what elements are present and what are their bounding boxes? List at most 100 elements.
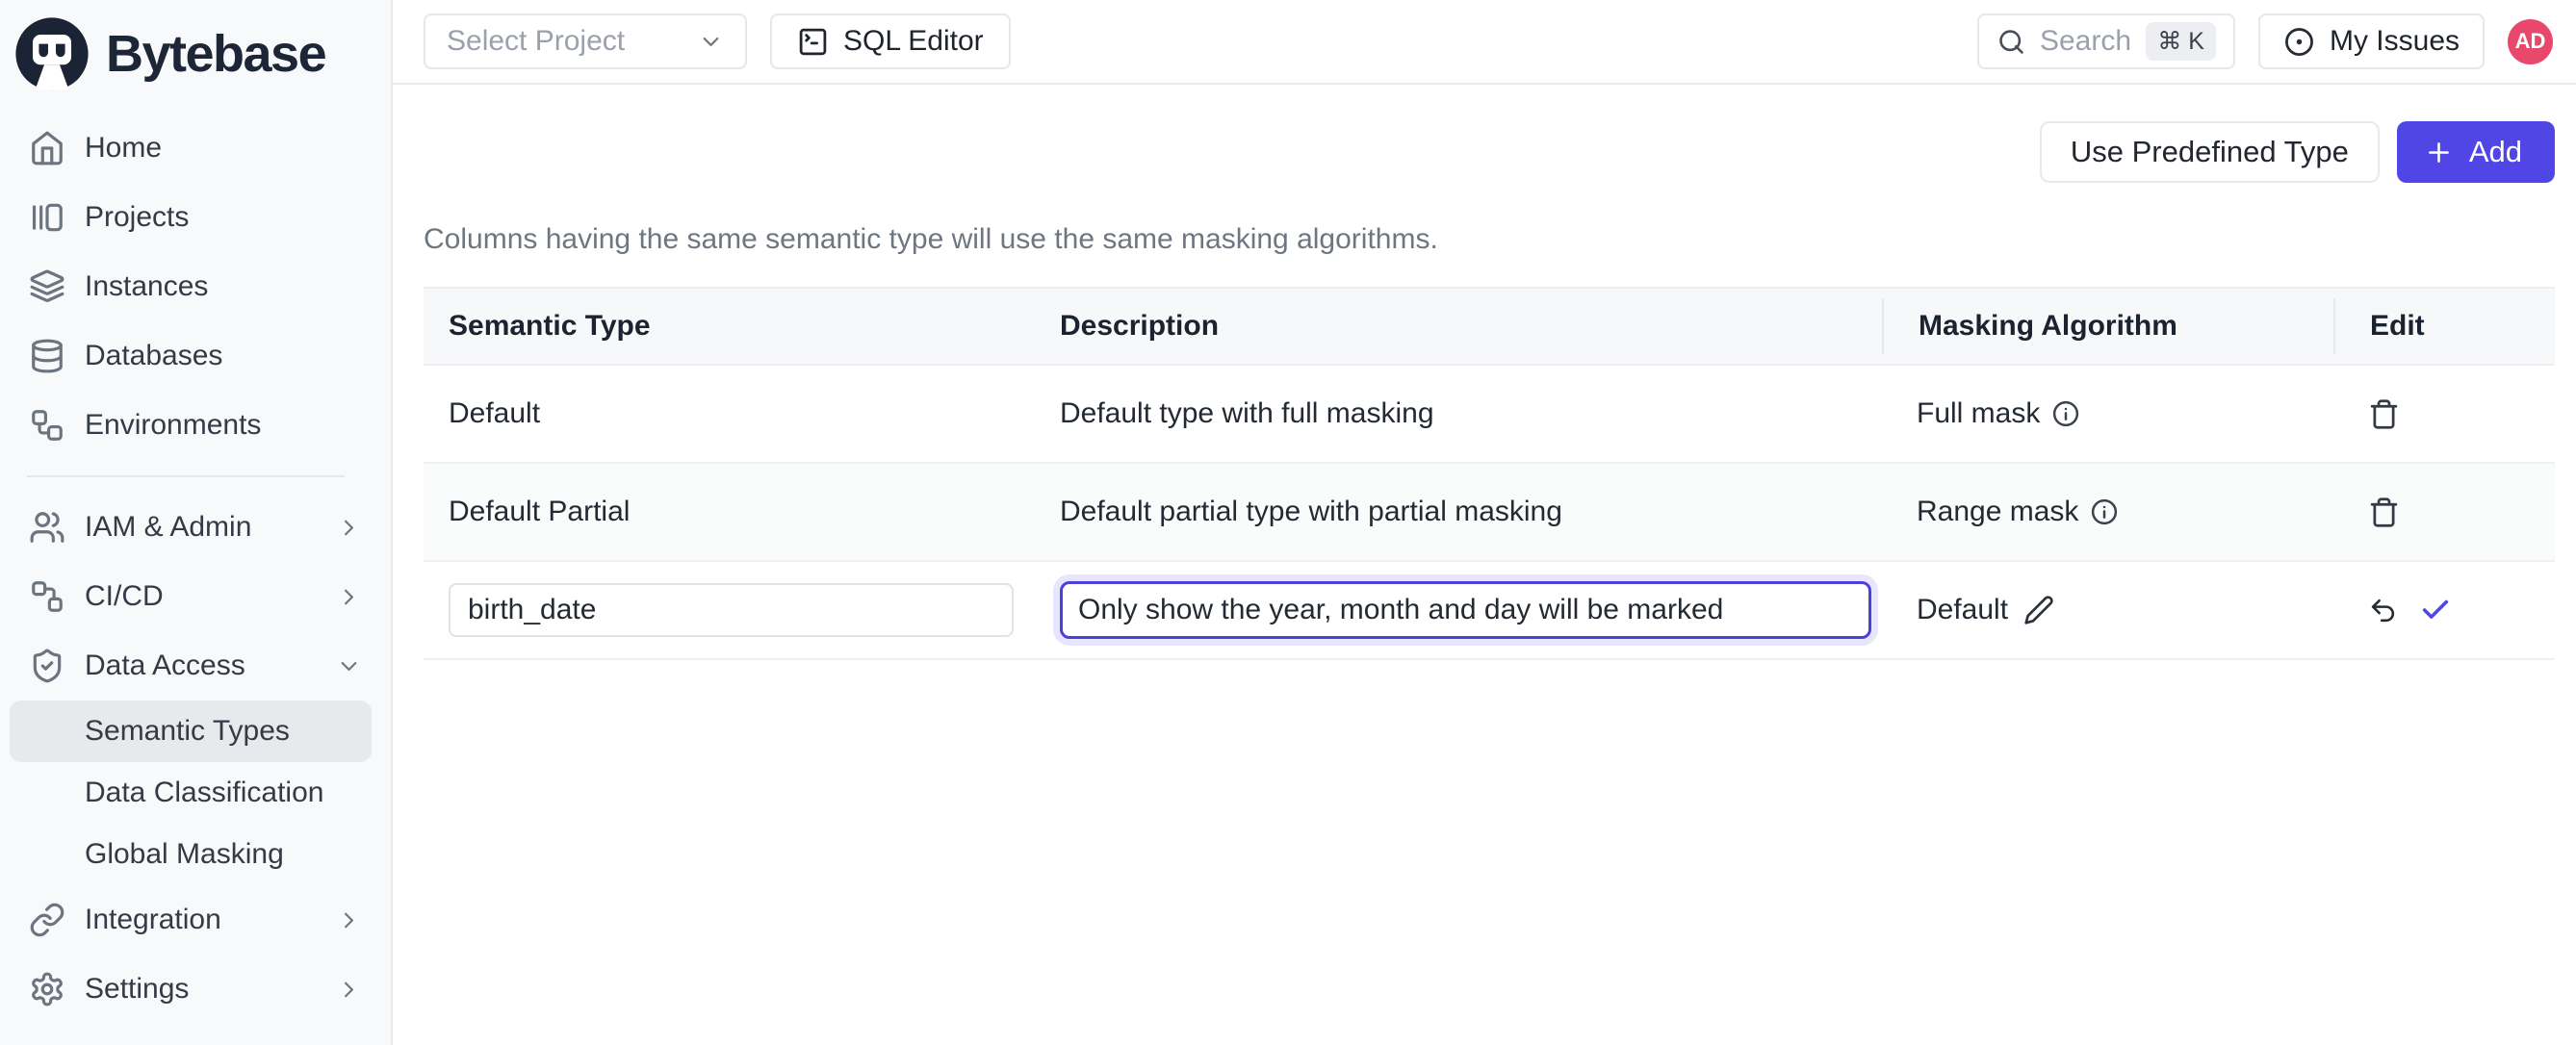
topbar-right-group: Search ⌘ K My Issues AD [1977, 13, 2553, 69]
page-description: Columns having the same semantic type wi… [424, 223, 2555, 256]
my-issues-button[interactable]: My Issues [2258, 13, 2485, 69]
sidebar-item-integration[interactable]: Integration [0, 885, 391, 955]
semantic-type-input[interactable] [449, 583, 1014, 637]
use-predefined-type-button[interactable]: Use Predefined Type [2040, 121, 2380, 183]
sidebar-item-label: Databases [85, 340, 222, 372]
chevron-down-icon [336, 653, 362, 679]
gear-icon [29, 971, 65, 1007]
terminal-icon [797, 26, 829, 58]
add-label: Add [2469, 135, 2522, 169]
search-input[interactable]: Search ⌘ K [1977, 13, 2235, 69]
cicd-icon [29, 578, 65, 615]
sidebar-item-databases[interactable]: Databases [0, 321, 391, 391]
sidebar-item-semantic-types[interactable]: Semantic Types [10, 701, 372, 762]
sql-editor-label: SQL Editor [843, 25, 984, 58]
add-button[interactable]: Add [2397, 121, 2555, 183]
users-icon [29, 509, 65, 546]
sidebar-item-instances[interactable]: Instances [0, 252, 391, 321]
sidebar: Bytebase Home Projects Instances Databas… [0, 0, 393, 1045]
masking-algorithm-cell: Full mask [1882, 397, 2333, 430]
brand-name: Bytebase [106, 24, 325, 84]
topbar: Select Project SQL Editor Search ⌘ K My … [393, 0, 2576, 85]
sidebar-item-label: IAM & Admin [85, 511, 251, 544]
chevron-right-icon [336, 907, 362, 933]
sidebar-item-environments[interactable]: Environments [0, 391, 391, 460]
masking-algorithm-label: Full mask [1917, 397, 2040, 430]
sidebar-item-label: Projects [85, 201, 189, 234]
description-input[interactable] [1060, 581, 1871, 639]
sidebar-item-iam-admin[interactable]: IAM & Admin [0, 493, 391, 562]
projects-icon [29, 199, 65, 236]
sidebar-item-label: Integration [85, 904, 221, 936]
sidebar-item-settings[interactable]: Settings [0, 955, 391, 1024]
semantic-types-table: Semantic Type Description Masking Algori… [424, 287, 2555, 660]
semantic-types-page: Use Predefined Type Add Columns having t… [393, 85, 2576, 1045]
search-icon [1996, 27, 2026, 57]
sidebar-item-global-masking[interactable]: Global Masking [0, 824, 391, 885]
content-column: Select Project SQL Editor Search ⌘ K My … [393, 0, 2576, 1045]
sidebar-item-label: Instances [85, 270, 208, 303]
column-header-masking-algorithm: Masking Algorithm [1882, 298, 2333, 354]
circle-dot-icon [2283, 26, 2315, 58]
description-cell: Default partial type with partial maskin… [1060, 496, 1882, 528]
trash-icon[interactable] [2368, 497, 2400, 528]
search-shortcut-badge: ⌘ K [2146, 22, 2216, 61]
chevron-right-icon [336, 584, 362, 610]
sidebar-nav: Home Projects Instances Databases Enviro… [0, 102, 391, 1024]
sidebar-item-home[interactable]: Home [0, 114, 391, 183]
chevron-right-icon [336, 515, 362, 541]
pencil-icon[interactable] [2023, 595, 2054, 625]
info-icon[interactable] [2090, 497, 2119, 526]
edit-cell [2333, 594, 2555, 626]
bytebase-logo-icon [13, 15, 90, 92]
environments-icon [29, 407, 65, 444]
home-icon [29, 130, 65, 166]
column-header-semantic-type: Semantic Type [424, 310, 1060, 343]
sidebar-item-data-access[interactable]: Data Access [0, 631, 391, 701]
trash-icon[interactable] [2368, 398, 2400, 430]
sidebar-item-label: Settings [85, 973, 189, 1006]
masking-algorithm-cell: Default [1882, 594, 2333, 626]
bytebase-logo[interactable]: Bytebase [0, 0, 391, 102]
page-actions: Use Predefined Type Add [424, 121, 2555, 183]
table-row: Default Default type with full masking F… [424, 366, 2555, 464]
sidebar-divider [27, 475, 345, 477]
plus-icon [2424, 138, 2454, 167]
sidebar-item-label: Home [85, 132, 162, 165]
check-icon[interactable] [2419, 594, 2452, 626]
column-header-edit: Edit [2333, 298, 2555, 354]
sidebar-item-projects[interactable]: Projects [0, 183, 391, 252]
shield-check-icon [29, 648, 65, 684]
table-header-row: Semantic Type Description Masking Algori… [424, 287, 2555, 366]
masking-algorithm-label: Default [1917, 594, 2008, 626]
sql-editor-button[interactable]: SQL Editor [770, 13, 1011, 69]
sidebar-item-cicd[interactable]: CI/CD [0, 562, 391, 631]
databases-icon [29, 338, 65, 374]
instances-icon [29, 268, 65, 305]
undo-icon[interactable] [2368, 596, 2398, 625]
sidebar-item-label: Environments [85, 409, 261, 442]
semantic-type-cell: Default [424, 397, 1060, 430]
link-icon [29, 902, 65, 938]
masking-algorithm-label: Range mask [1917, 496, 2078, 528]
sidebar-item-label: Global Masking [85, 838, 284, 871]
project-select-placeholder: Select Project [447, 25, 625, 58]
avatar-initials: AD [2515, 29, 2546, 54]
avatar[interactable]: AD [2508, 19, 2553, 64]
sidebar-item-label: Semantic Types [85, 715, 290, 748]
semantic-type-edit-cell [424, 583, 1060, 637]
project-select-dropdown[interactable]: Select Project [424, 13, 747, 69]
my-issues-label: My Issues [2330, 25, 2460, 58]
column-header-description: Description [1060, 310, 1882, 343]
description-cell: Default type with full masking [1060, 397, 1882, 430]
description-edit-cell [1060, 581, 1882, 639]
semantic-type-cell: Default Partial [424, 496, 1060, 528]
chevron-right-icon [336, 977, 362, 1003]
sidebar-item-label: Data Access [85, 650, 245, 682]
info-icon[interactable] [2051, 399, 2080, 428]
sidebar-item-label: CI/CD [85, 580, 164, 613]
sidebar-item-label: Data Classification [85, 777, 323, 809]
sidebar-item-data-classification[interactable]: Data Classification [0, 762, 391, 824]
table-row: Default Partial Default partial type wit… [424, 464, 2555, 562]
edit-cell [2333, 398, 2555, 430]
